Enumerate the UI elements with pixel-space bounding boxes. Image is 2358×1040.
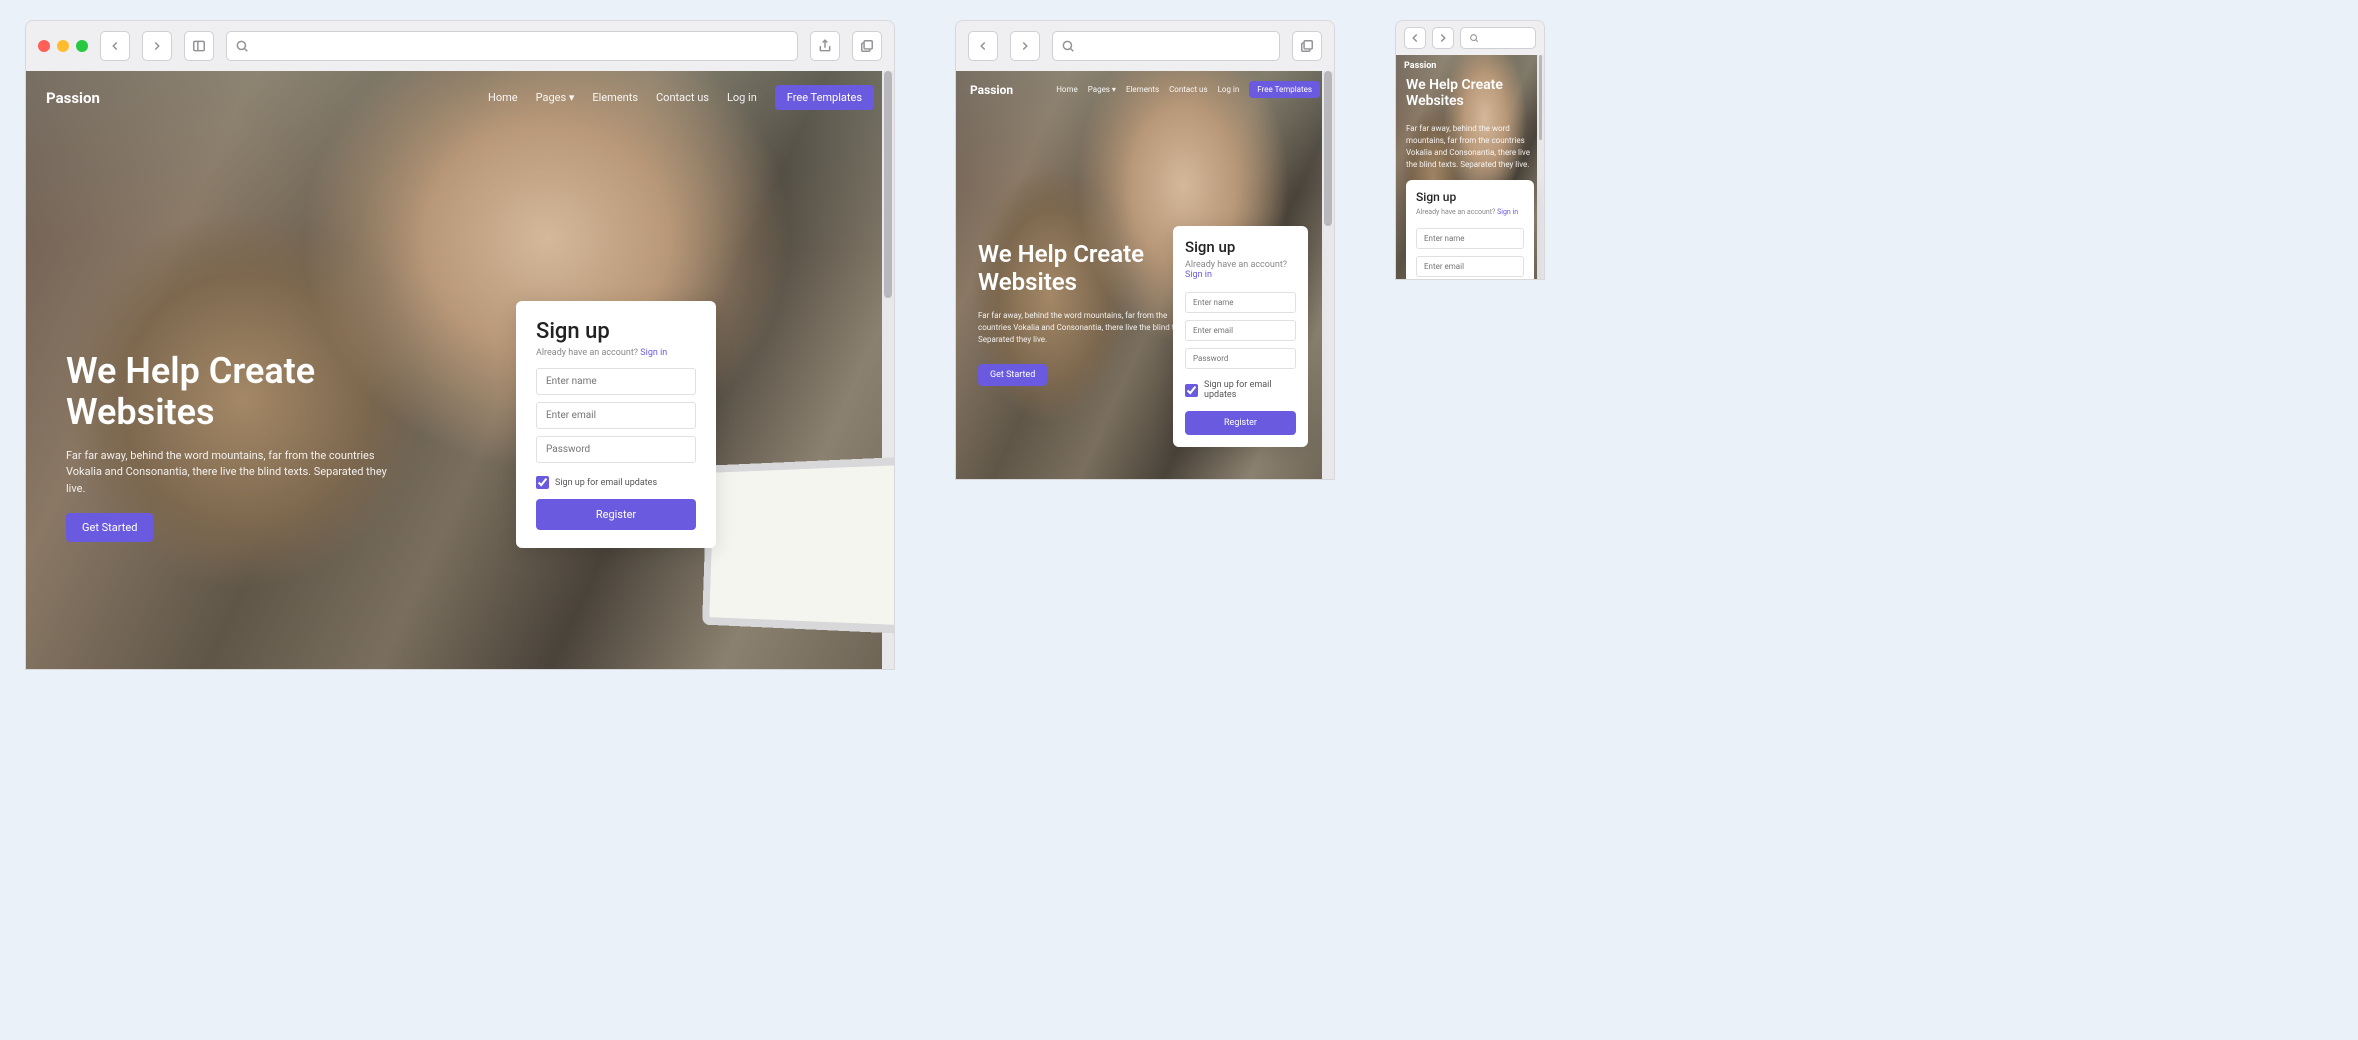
url-bar[interactable] bbox=[1052, 31, 1280, 61]
email-input[interactable] bbox=[1416, 256, 1524, 277]
email-input[interactable] bbox=[1185, 320, 1296, 341]
password-input[interactable] bbox=[1185, 348, 1296, 369]
tabs-button[interactable] bbox=[852, 31, 882, 61]
forward-button[interactable] bbox=[1010, 31, 1040, 61]
site-logo[interactable]: Passion bbox=[46, 89, 100, 107]
register-button[interactable]: Register bbox=[536, 499, 696, 530]
signup-title: Sign up bbox=[536, 319, 696, 344]
share-button[interactable] bbox=[810, 31, 840, 61]
hero-title: We Help Create Websites bbox=[66, 351, 396, 434]
password-input[interactable] bbox=[536, 436, 696, 463]
email-updates-checkbox[interactable]: Sign up for email updates bbox=[536, 476, 696, 489]
hero: We Help Create Websites Far far away, be… bbox=[978, 241, 1198, 386]
url-bar[interactable] bbox=[226, 31, 798, 61]
hero: We Help Create Websites Far far away, be… bbox=[66, 351, 396, 542]
hero-subtitle: Far far away, behind the word mountains,… bbox=[978, 310, 1198, 346]
name-input[interactable] bbox=[536, 368, 696, 395]
laptop-graphic bbox=[702, 454, 894, 636]
checkbox-input[interactable] bbox=[536, 476, 549, 489]
desktop-preview: Passion Home Pages ▾ Elements Contact us… bbox=[25, 20, 895, 670]
search-icon bbox=[235, 39, 249, 53]
traffic-lights bbox=[38, 40, 88, 52]
already-have-account: Already have an account? Sign in bbox=[536, 348, 696, 358]
forward-button[interactable] bbox=[1432, 27, 1454, 49]
maximize-dot[interactable] bbox=[76, 40, 88, 52]
checkbox-input[interactable] bbox=[1185, 384, 1198, 397]
signup-title: Sign up bbox=[1185, 238, 1296, 256]
nav-home[interactable]: Home bbox=[1056, 85, 1078, 94]
tabs-button[interactable] bbox=[1292, 31, 1322, 61]
search-icon bbox=[1469, 33, 1479, 43]
browser-chrome bbox=[956, 21, 1334, 71]
email-input[interactable] bbox=[536, 402, 696, 429]
nav-home[interactable]: Home bbox=[488, 91, 518, 104]
hero-title: We Help Create Websites bbox=[978, 241, 1198, 296]
site-header: Passion bbox=[1396, 55, 1544, 77]
hero-subtitle: Far far away, behind the word mountains,… bbox=[1406, 123, 1536, 171]
browser-chrome bbox=[26, 21, 894, 71]
nav-pages[interactable]: Pages ▾ bbox=[1088, 85, 1116, 94]
nav-contact[interactable]: Contact us bbox=[656, 91, 709, 104]
site-nav: Home Pages ▾ Elements Contact us Log in … bbox=[1056, 81, 1320, 98]
forward-button[interactable] bbox=[142, 31, 172, 61]
site-header: Passion Home Pages ▾ Elements Contact us… bbox=[26, 71, 894, 124]
nav-login[interactable]: Log in bbox=[1218, 85, 1240, 94]
viewport: Passion We Help Create Websites Far far … bbox=[1396, 55, 1544, 279]
name-input[interactable] bbox=[1416, 228, 1524, 249]
sidebar-toggle[interactable] bbox=[184, 31, 214, 61]
back-button[interactable] bbox=[100, 31, 130, 61]
signup-card: Sign up Already have an account? Sign in bbox=[1406, 180, 1534, 279]
browser-chrome bbox=[1396, 21, 1544, 55]
scrollbar[interactable] bbox=[1322, 71, 1334, 479]
get-started-button[interactable]: Get Started bbox=[66, 513, 153, 542]
free-templates-button[interactable]: Free Templates bbox=[775, 85, 874, 110]
nav-pages[interactable]: Pages ▾ bbox=[536, 91, 575, 104]
mobile-preview: Passion We Help Create Websites Far far … bbox=[1395, 20, 1545, 280]
signup-title: Sign up bbox=[1416, 190, 1524, 204]
signin-link[interactable]: Sign in bbox=[1185, 270, 1212, 280]
chevron-down-icon: ▾ bbox=[569, 91, 575, 104]
back-button[interactable] bbox=[1404, 27, 1426, 49]
email-updates-checkbox[interactable]: Sign up for email updates bbox=[1185, 380, 1296, 400]
minimize-dot[interactable] bbox=[57, 40, 69, 52]
name-input[interactable] bbox=[1185, 292, 1296, 313]
hero-subtitle: Far far away, behind the word mountains,… bbox=[66, 448, 396, 498]
site-logo[interactable]: Passion bbox=[970, 83, 1013, 97]
signin-link[interactable]: Sign in bbox=[640, 348, 667, 358]
nav-elements[interactable]: Elements bbox=[592, 91, 638, 104]
viewport: Passion Home Pages ▾ Elements Contact us… bbox=[956, 71, 1334, 479]
url-bar[interactable] bbox=[1460, 27, 1536, 49]
nav-elements[interactable]: Elements bbox=[1126, 85, 1159, 94]
already-have-account: Already have an account? Sign in bbox=[1416, 208, 1524, 216]
signup-card: Sign up Already have an account? Sign in… bbox=[516, 301, 716, 548]
tablet-preview: Passion Home Pages ▾ Elements Contact us… bbox=[955, 20, 1335, 480]
close-dot[interactable] bbox=[38, 40, 50, 52]
signin-link[interactable]: Sign in bbox=[1497, 208, 1518, 216]
scrollbar[interactable] bbox=[1537, 55, 1544, 279]
nav-login[interactable]: Log in bbox=[727, 91, 757, 104]
get-started-button[interactable]: Get Started bbox=[978, 364, 1047, 386]
site-header: Passion Home Pages ▾ Elements Contact us… bbox=[956, 71, 1334, 108]
free-templates-button[interactable]: Free Templates bbox=[1249, 81, 1320, 98]
hero-title: We Help Create Websites bbox=[1406, 77, 1536, 109]
nav-contact[interactable]: Contact us bbox=[1169, 85, 1207, 94]
signup-card: Sign up Already have an account? Sign in… bbox=[1173, 226, 1308, 447]
site-logo[interactable]: Passion bbox=[1404, 61, 1436, 71]
viewport: Passion Home Pages ▾ Elements Contact us… bbox=[26, 71, 894, 669]
back-button[interactable] bbox=[968, 31, 998, 61]
register-button[interactable]: Register bbox=[1185, 411, 1296, 435]
search-icon bbox=[1061, 39, 1075, 53]
site-nav: Home Pages ▾ Elements Contact us Log in … bbox=[488, 85, 874, 110]
already-have-account: Already have an account? Sign in bbox=[1185, 260, 1296, 280]
